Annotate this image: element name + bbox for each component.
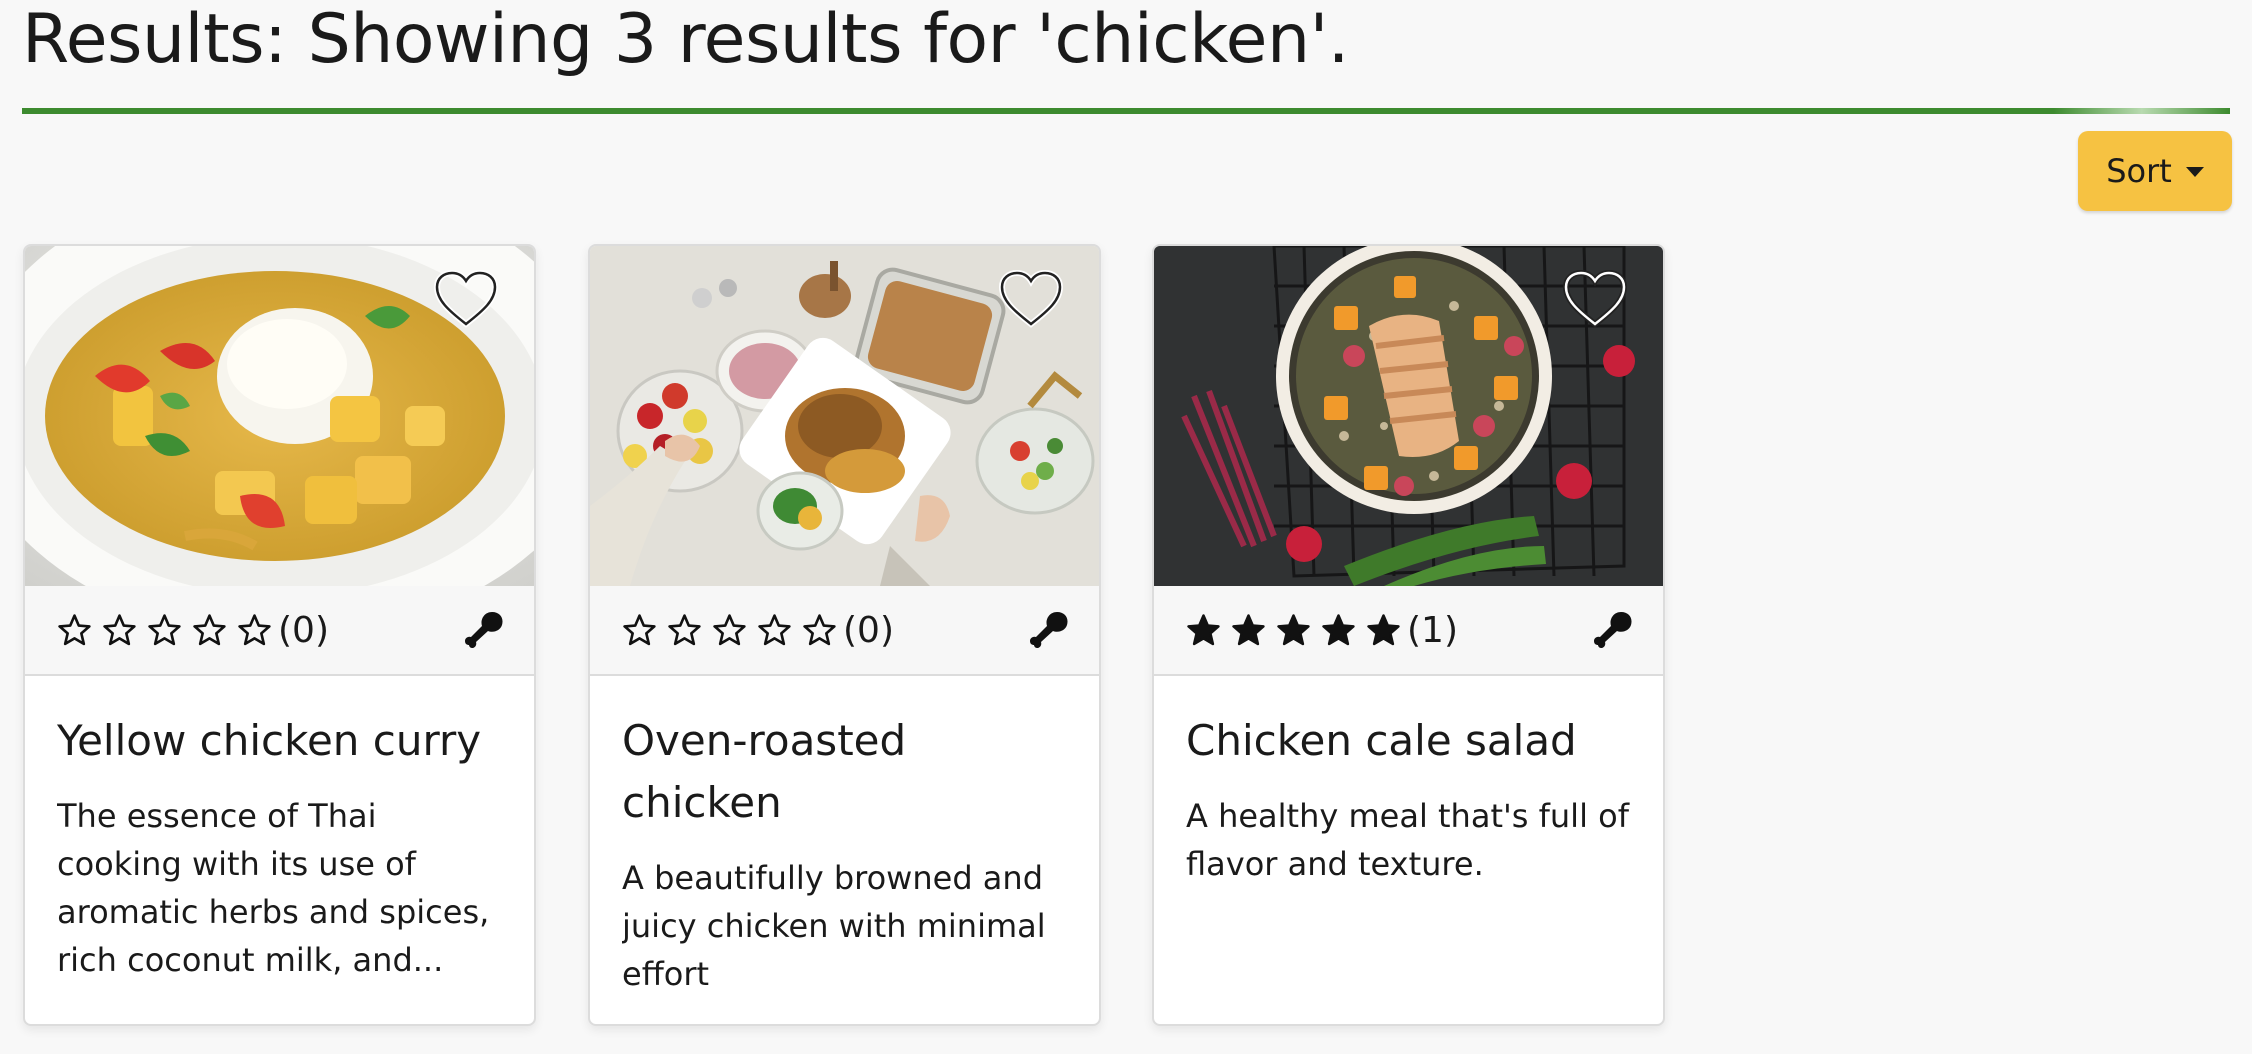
caret-down-icon [2185, 167, 2204, 177]
star-outline-icon[interactable] [147, 613, 182, 648]
star-outline-icon[interactable] [667, 613, 702, 648]
star-outline-icon[interactable] [237, 613, 272, 648]
page-title: Results: Showing 3 results for 'chicken'… [22, 0, 1349, 79]
rating-count: (1) [1407, 609, 1458, 651]
star-filled-icon[interactable] [1366, 613, 1401, 648]
favorite-button[interactable] [434, 270, 498, 328]
favorite-button[interactable] [999, 270, 1063, 328]
star-filled-icon[interactable] [1231, 613, 1266, 648]
star-filled-icon[interactable] [1186, 613, 1221, 648]
page-header: Results: Showing 3 results for 'chicken'… [22, 0, 2230, 80]
rating-count: (0) [843, 609, 894, 651]
rating-bar: (0) [590, 586, 1099, 676]
card-body: Oven-roasted chicken A beautifully brown… [590, 676, 1099, 998]
rating-count: (0) [278, 609, 329, 651]
recipe-description: A beautifully browned and juicy chicken … [622, 859, 1046, 993]
star-filled-icon[interactable] [1321, 613, 1356, 648]
sort-button[interactable]: Sort [2078, 131, 2232, 211]
heart-outline-icon [999, 270, 1063, 328]
card-body: Yellow chicken curry The essence of Thai… [25, 676, 534, 984]
star-outline-icon[interactable] [622, 613, 657, 648]
recipe-title[interactable]: Oven-roasted chicken [622, 710, 1069, 834]
star-outline-icon[interactable] [712, 613, 747, 648]
star-rating[interactable] [57, 613, 272, 648]
star-outline-icon[interactable] [102, 613, 137, 648]
recipe-description: A healthy meal that's full of flavor and… [1186, 797, 1629, 883]
recipe-card[interactable]: (0) Oven-roasted chicken A beautifully b… [588, 244, 1101, 1026]
title-divider [22, 108, 2230, 114]
chicken-leg-icon [465, 612, 503, 648]
star-outline-icon[interactable] [192, 613, 227, 648]
star-outline-icon[interactable] [57, 613, 92, 648]
star-rating[interactable] [1186, 613, 1401, 648]
recipe-title[interactable]: Chicken cale salad [1186, 710, 1633, 772]
recipe-image-salad[interactable] [1154, 246, 1663, 586]
recipe-image-roasted-chicken[interactable] [590, 246, 1099, 586]
card-body: Chicken cale salad A healthy meal that's… [1154, 676, 1663, 888]
recipe-description: The essence of Thai cooking with its use… [57, 797, 490, 979]
sort-button-label: Sort [2106, 152, 2172, 190]
heart-outline-icon [1563, 270, 1627, 328]
star-rating[interactable] [622, 613, 837, 648]
chicken-leg-icon [1594, 612, 1632, 648]
favorite-button[interactable] [1563, 270, 1627, 328]
star-outline-icon[interactable] [757, 613, 792, 648]
recipe-image-curry[interactable] [25, 246, 534, 586]
recipe-title[interactable]: Yellow chicken curry [57, 710, 504, 772]
recipe-card[interactable]: (1) Chicken cale salad A healthy meal th… [1152, 244, 1665, 1026]
rating-bar: (0) [25, 586, 534, 676]
star-outline-icon[interactable] [802, 613, 837, 648]
heart-outline-icon [434, 270, 498, 328]
chicken-leg-icon [1030, 612, 1068, 648]
star-filled-icon[interactable] [1276, 613, 1311, 648]
recipe-card[interactable]: (0) Yellow chicken curry The essence of … [23, 244, 536, 1026]
rating-bar: (1) [1154, 586, 1663, 676]
